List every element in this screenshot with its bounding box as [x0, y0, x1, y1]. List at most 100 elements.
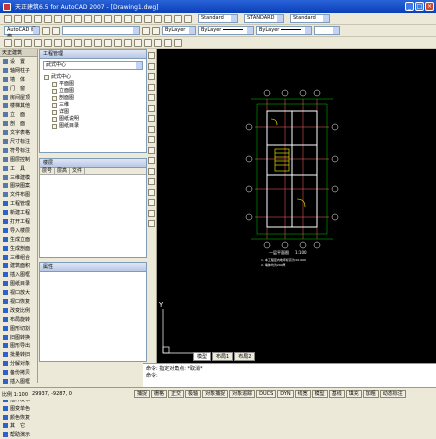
explode-icon[interactable]: [148, 220, 155, 227]
layer-combo[interactable]: [62, 26, 140, 35]
make-block-icon[interactable]: [124, 38, 132, 47]
spline-icon[interactable]: [84, 38, 92, 47]
scale-icon[interactable]: [148, 125, 155, 133]
break-icon[interactable]: [148, 178, 155, 185]
col-floor[interactable]: 层号: [40, 168, 56, 174]
tab-layout2[interactable]: 布局2: [234, 352, 256, 361]
arc-icon[interactable]: [54, 38, 62, 47]
menu-item[interactable]: 门 窗: [0, 84, 37, 93]
tree-item[interactable]: 三维: [44, 102, 142, 109]
tab-layout1[interactable]: 布局1: [212, 352, 234, 361]
preview-icon[interactable]: [44, 14, 52, 23]
menu-item[interactable]: 图块图案: [0, 181, 37, 190]
line-icon[interactable]: [4, 38, 12, 47]
status-toggle-button[interactable]: 捕捉: [134, 390, 151, 398]
status-toggle-button[interactable]: 填充: [345, 390, 362, 398]
region-icon[interactable]: [154, 38, 162, 47]
minimize-button[interactable]: _: [405, 2, 414, 11]
table-style-combo[interactable]: Standard: [290, 14, 330, 23]
menu-item[interactable]: 剖 面: [0, 119, 37, 128]
menu-item[interactable]: 批量转旧: [0, 350, 37, 359]
menu-item[interactable]: 房间屋顶: [0, 93, 37, 102]
menu-item[interactable]: 改变比例: [0, 306, 37, 315]
status-toggle-button[interactable]: 正交: [168, 390, 185, 398]
properties-icon[interactable]: [154, 14, 162, 23]
menu-item[interactable]: 工 具: [0, 164, 37, 173]
insert-block-icon[interactable]: [114, 38, 122, 47]
menu-item[interactable]: 旧图转换: [0, 333, 37, 342]
tree-item[interactable]: 图纸说明: [44, 116, 142, 123]
tree-item[interactable]: 剖面图: [44, 95, 142, 102]
menu-item[interactable]: 三维建模: [0, 173, 37, 182]
menu-item[interactable]: 图纸目录: [0, 279, 37, 288]
erase-icon[interactable]: [148, 52, 155, 59]
print-icon[interactable]: [34, 14, 42, 23]
lineweight-combo[interactable]: ByLayer: [256, 26, 312, 35]
menu-item[interactable]: 其 它: [0, 422, 37, 431]
menu-item[interactable]: 颜色恢复: [0, 413, 37, 422]
paste-icon[interactable]: [74, 14, 82, 23]
mirror-icon[interactable]: [148, 73, 155, 80]
command-line[interactable]: 命令: 指定对角点: *取消* 命令:: [143, 363, 436, 387]
close-button[interactable]: ×: [425, 2, 434, 11]
menu-item[interactable]: 打开工程: [0, 217, 37, 226]
menu-item[interactable]: 图变单色: [0, 404, 37, 413]
col-file[interactable]: 文件: [70, 168, 86, 174]
menu-item[interactable]: 布局旋转: [0, 315, 37, 324]
fillet-icon[interactable]: [148, 209, 155, 217]
stretch-icon[interactable]: [148, 136, 155, 143]
status-toggle-button[interactable]: DYN: [277, 390, 294, 398]
menu-item[interactable]: 建筑面积: [0, 261, 37, 270]
copy-object-icon[interactable]: [148, 62, 155, 70]
status-toggle-button[interactable]: DUCS: [256, 390, 277, 398]
status-toggle-button[interactable]: 对象捕捉: [202, 390, 229, 398]
rectangle-icon[interactable]: [44, 38, 52, 47]
menu-item[interactable]: 文字表格: [0, 128, 37, 137]
save-icon[interactable]: [24, 14, 32, 23]
menu-item[interactable]: 生成立面: [0, 235, 37, 244]
command-prompt[interactable]: 命令:: [146, 373, 433, 380]
status-toggle-button[interactable]: 模型: [311, 390, 328, 398]
plotstyle-combo[interactable]: [314, 26, 340, 35]
text-style-combo[interactable]: Standard: [198, 14, 238, 23]
menu-item[interactable]: 墙 体: [0, 75, 37, 84]
project-combo[interactable]: 武式中心: [43, 61, 143, 70]
layer-previous-icon[interactable]: [152, 26, 160, 35]
menu-item[interactable]: 插入图框: [0, 377, 37, 386]
make-current-layer-icon[interactable]: [142, 26, 150, 35]
maximize-button[interactable]: □: [415, 2, 424, 11]
status-toggle-button[interactable]: 加粗: [362, 390, 379, 398]
menu-item[interactable]: 备份拷贝: [0, 368, 37, 377]
status-toggle-button[interactable]: 极轴: [185, 390, 202, 398]
join-icon[interactable]: [148, 188, 155, 196]
extend-icon[interactable]: [148, 157, 155, 164]
scale-readout[interactable]: 比例 1:100: [2, 391, 30, 398]
rotate-icon[interactable]: [148, 115, 155, 122]
menu-item[interactable]: 视口放大: [0, 288, 37, 297]
trim-icon[interactable]: [148, 146, 155, 154]
menu-item[interactable]: 视口恢复: [0, 297, 37, 306]
status-toggle-button[interactable]: 栅格: [151, 390, 168, 398]
open-file-icon[interactable]: [14, 14, 22, 23]
polygon-icon[interactable]: [34, 38, 42, 47]
hatch-icon[interactable]: [144, 38, 152, 47]
new-file-icon[interactable]: [4, 14, 12, 23]
drawing-canvas[interactable]: 一层平面图 1:100 1. 本工程室内地坪标高为±0.000 2. 墙体均为2…: [157, 49, 436, 363]
redo-icon[interactable]: [104, 14, 112, 23]
move-icon[interactable]: [148, 104, 155, 112]
menu-item[interactable]: 立 面: [0, 110, 37, 119]
status-toggle-button[interactable]: 对象追踪: [229, 390, 256, 398]
menu-item[interactable]: 帮助演示: [0, 430, 37, 439]
point-icon[interactable]: [134, 38, 142, 47]
ellipse-icon[interactable]: [94, 38, 102, 47]
menu-item[interactable]: 设 置: [0, 57, 37, 66]
mtext-icon[interactable]: [174, 38, 182, 47]
status-toggle-button[interactable]: 基线: [328, 390, 345, 398]
menu-item[interactable]: 分解对象: [0, 359, 37, 368]
undo-icon[interactable]: [94, 14, 102, 23]
menu-item[interactable]: 导入楼层: [0, 226, 37, 235]
menu-item[interactable]: 插入图框: [0, 270, 37, 279]
help-icon[interactable]: [184, 14, 192, 23]
menu-item[interactable]: 生成剖面: [0, 244, 37, 253]
tree-item[interactable]: 立面图: [44, 88, 142, 95]
